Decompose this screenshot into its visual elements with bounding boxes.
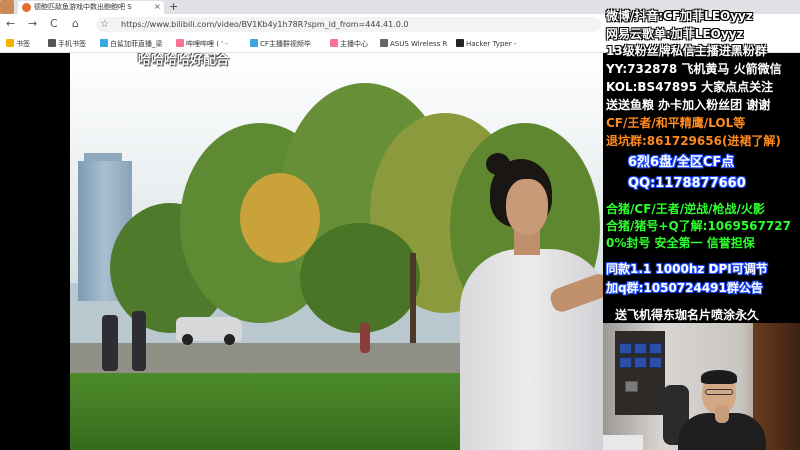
bookmark-item[interactable]: CF主播群视频毕 (250, 38, 311, 50)
overlay-line-weibo: 微博/抖音:CF加菲LEOyyz (606, 9, 753, 23)
webcam-streamer-hand (715, 405, 729, 423)
overlay-line-games: CF/王者/和平精鹰/LOL等 (606, 116, 746, 130)
overlay-line-yy: YY:732878 飞机黄马 火箭微信 (606, 62, 782, 76)
bookmark-item[interactable]: 白鲨加菲直播_梁 (100, 38, 163, 50)
bookmark-item[interactable]: ASUS Wireless R (380, 38, 447, 50)
overlay-line-kol: KOL:BS47895 大家点点关注 (606, 80, 774, 94)
overlay-line-netease: 网易云歌单:加菲LEOyyz (606, 27, 744, 41)
stream-screen: 德鲍匹敌鱼游戏中数出鲍鲍吧 S × + ← → C ⌂ ☆ https://ww… (0, 0, 800, 450)
video-tree (300, 223, 420, 333)
streamer-webcam (603, 323, 800, 450)
phone-icon (48, 39, 56, 47)
new-tab-button[interactable]: + (169, 0, 178, 13)
video-subtitle: 哈哈哈哈好配合 (138, 53, 230, 68)
overlay-line-fan-group: 13级粉丝牌私信主播进黑粉群 (606, 44, 767, 58)
user-avatar[interactable] (0, 0, 14, 14)
webcam-shelf (615, 331, 665, 415)
video-bystander (132, 311, 146, 371)
star-icon (6, 39, 14, 47)
overlay-line-ad-qq: 合猪/猪号+Q了解:1069567727 (606, 219, 791, 233)
browser-tab[interactable]: 德鲍匹敌鱼游戏中数出鲍鲍吧 S × (18, 1, 164, 14)
reload-icon[interactable]: C (50, 17, 58, 31)
bookmark-item[interactable]: 主播中心 (330, 38, 368, 50)
home-icon[interactable]: ⌂ (72, 17, 79, 31)
video-lamp-post (410, 253, 416, 353)
overlay-line-mouse: 同款1.1 1000hz DPI可调节 (606, 262, 768, 276)
overlay-line-ad-games: 合猪/CF/王者/逆战/枪战/火影 (606, 202, 765, 216)
webcam-streamer-glasses (705, 389, 733, 395)
page-icon (100, 39, 108, 47)
address-bar[interactable]: ☆ https://www.bilibili.com/video/BV1Kb4y… (96, 17, 601, 32)
close-tab-icon[interactable]: × (154, 1, 161, 13)
bookmark-item[interactable]: Hacker Typer - (456, 38, 516, 50)
bilibili-icon (330, 39, 338, 47)
overlay-line-gift: 送飞机得东珈名片喷涂永久 (615, 308, 760, 322)
video-woman-face (506, 179, 548, 235)
overlay-line-exit-group: 退坑群:861729656(进裙了解) (606, 134, 781, 148)
bookmark-item[interactable]: 书签 (6, 38, 30, 50)
video-bystander (102, 315, 118, 371)
page-icon (380, 39, 388, 47)
star-icon[interactable]: ☆ (100, 17, 109, 32)
overlay-line-cf-points: 6烈6盘/全区CF点 (628, 155, 735, 170)
video-player[interactable]: 哈哈哈哈好配合 (70, 53, 603, 450)
webcam-streamer-hair (701, 370, 737, 384)
terminal-icon (456, 39, 464, 47)
overlay-line-thanks: 送送鱼粮 办卡加入粉丝团 谢谢 (606, 98, 771, 112)
tab-title: 德鲍匹敌鱼游戏中数出鲍鲍吧 S (34, 3, 132, 11)
page-icon (250, 39, 258, 47)
overlay-line-ad-safe: 0%封号 安全第一 信誉担保 (606, 236, 755, 250)
webcam-laptop (603, 435, 643, 450)
overlay-line-qq: QQ:1178877660 (628, 176, 746, 191)
url-text: https://www.bilibili.com/video/BV1Kb4y1h… (121, 20, 409, 29)
video-woman-hair-bun (486, 153, 510, 175)
forward-arrow-icon[interactable]: → (28, 17, 37, 31)
video-car (176, 317, 242, 345)
bilibili-icon (176, 39, 184, 47)
overlay-line-qq-group: 加q群:1050724491群公告 (606, 281, 763, 295)
bookmark-item[interactable]: 哔哩哔哩 ( ' - (176, 38, 228, 50)
back-arrow-icon[interactable]: ← (6, 17, 15, 31)
video-bystander (360, 323, 370, 353)
bilibili-favicon-icon (22, 3, 31, 12)
bookmark-item[interactable]: 手机书签 (48, 38, 86, 50)
